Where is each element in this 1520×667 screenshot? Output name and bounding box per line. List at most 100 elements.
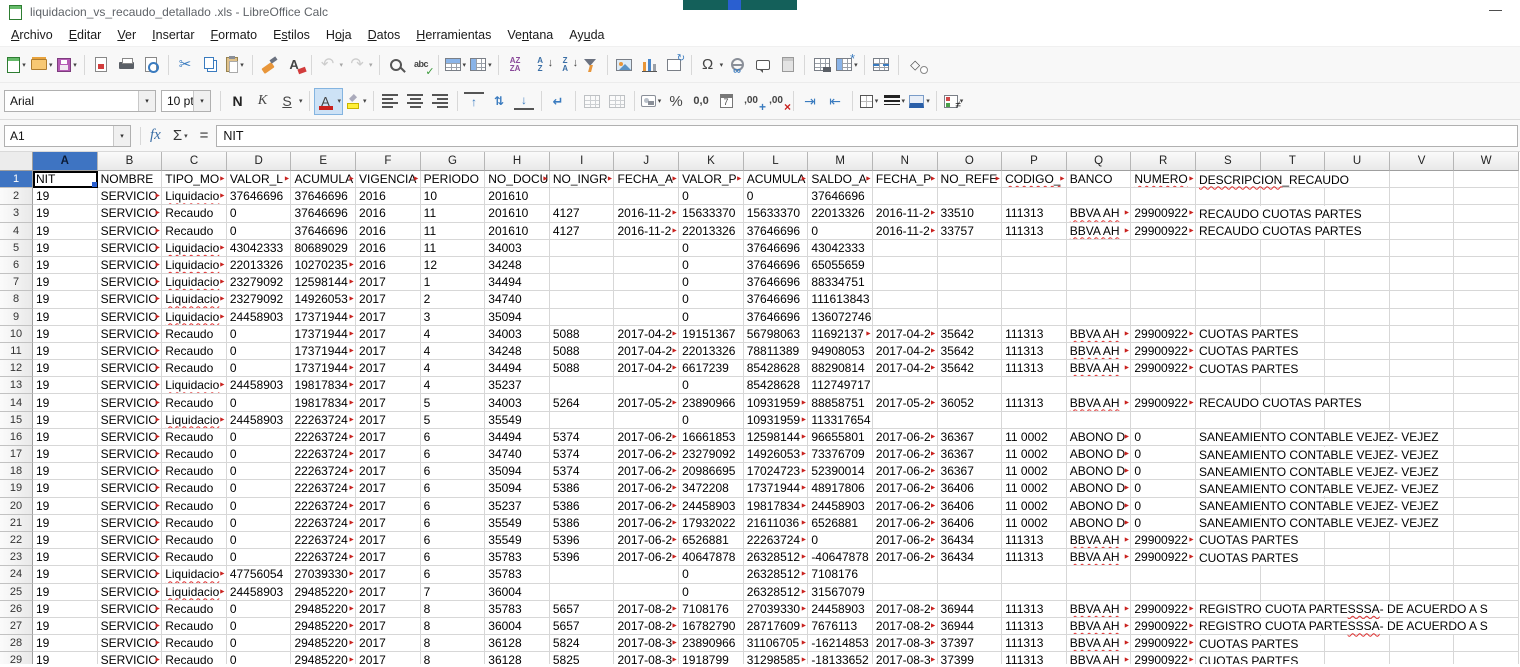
menu-ayuda[interactable]: Ayuda [561,25,612,45]
cell-M12[interactable]: 88290814 [808,360,873,377]
cell-N12[interactable]: 2017-04-2► [873,360,938,377]
cell-A25[interactable]: 19 [33,584,98,601]
name-box[interactable]: A1 ▾ [4,125,131,147]
cell-W20[interactable] [1454,498,1519,515]
cell-S20[interactable]: SANEAMIENTO CONTABLE VEJEZ- VEJEZ [1196,498,1261,515]
cell-C5[interactable]: Liquidacio► [162,240,227,257]
cell-E22[interactable]: 22263724► [291,532,356,549]
cell-I28[interactable]: 5824 [550,635,615,652]
align-left-button[interactable] [378,88,403,115]
cell-K7[interactable]: 0 [679,274,744,291]
cell-D4[interactable]: 0 [227,223,292,240]
cell-B14[interactable]: SERVICIO► [98,394,163,411]
cell-V5[interactable] [1390,240,1455,257]
cell-D11[interactable]: 0 [227,343,292,360]
export-pdf-button[interactable] [89,51,114,78]
cell-F7[interactable]: 2017 [356,274,421,291]
menu-ver[interactable]: Ver [109,25,144,45]
cell-K6[interactable]: 0 [679,257,744,274]
cell-L6[interactable]: 37646696 [744,257,809,274]
cell-W5[interactable] [1454,240,1519,257]
cell-O13[interactable] [938,377,1003,394]
cell-S23[interactable]: CUOTAS PARTES [1196,549,1261,566]
delete-decimal-button[interactable]: ,00 [764,88,789,115]
cell-O6[interactable] [938,257,1003,274]
cell-Q19[interactable]: ABONO D► [1067,480,1132,497]
cell-A5[interactable]: 19 [33,240,98,257]
dropdown-caret-icon[interactable]: ▾ [720,61,724,69]
cell-A20[interactable]: 19 [33,498,98,515]
cell-O3[interactable]: 33510 [938,205,1003,222]
cell-C12[interactable]: Recaudo [162,360,227,377]
cell-S25[interactable] [1196,584,1261,601]
cell-G21[interactable]: 6 [421,515,486,532]
cell-M3[interactable]: 22013326 [808,205,873,222]
cell-W7[interactable] [1454,274,1519,291]
cell-N29[interactable]: 2017-08-3► [873,652,938,664]
cell-E8[interactable]: 14926053► [291,291,356,308]
cell-E21[interactable]: 22263724► [291,515,356,532]
cell-B1[interactable]: NOMBRE [98,171,163,188]
cell-G26[interactable]: 8 [421,601,486,618]
cell-O7[interactable] [938,274,1003,291]
column-header-K[interactable]: K [679,152,744,171]
cell-M18[interactable]: 52390014 [808,463,873,480]
cell-K12[interactable]: 6617239 [679,360,744,377]
cell-G2[interactable]: 10 [421,188,486,205]
cell-F13[interactable]: 2017 [356,377,421,394]
insert-chart-button[interactable] [637,51,662,78]
cell-M16[interactable]: 96655801 [808,429,873,446]
cell-B10[interactable]: SERVICIO► [98,326,163,343]
cell-V13[interactable] [1390,377,1455,394]
dropdown-caret-icon[interactable]: ▾ [463,61,467,69]
cell-B16[interactable]: SERVICIO► [98,429,163,446]
cell-S16[interactable]: SANEAMIENTO CONTABLE VEJEZ- VEJEZ [1196,429,1261,446]
cell-D1[interactable]: VALOR_L► [227,171,292,188]
cell-B25[interactable]: SERVICIO► [98,584,163,601]
cell-W15[interactable] [1454,412,1519,429]
cell-I16[interactable]: 5374 [550,429,615,446]
cell-W23[interactable] [1454,549,1519,566]
cell-H28[interactable]: 36128 [485,635,550,652]
cell-L24[interactable]: 26328512► [744,566,809,583]
row-header-18[interactable]: 18 [0,463,33,480]
cell-J25[interactable] [614,584,679,601]
cell-I29[interactable]: 5825 [550,652,615,664]
row-header-5[interactable]: 5 [0,240,33,257]
cell-P18[interactable]: 11 0002 [1002,463,1067,480]
row-header-21[interactable]: 21 [0,515,33,532]
cell-A2[interactable]: 19 [33,188,98,205]
cell-H29[interactable]: 36128 [485,652,550,664]
cell-Q16[interactable]: ABONO D► [1067,429,1132,446]
cell-A27[interactable]: 19 [33,618,98,635]
cell-A17[interactable]: 19 [33,446,98,463]
cell-J6[interactable] [614,257,679,274]
cell-T2[interactable] [1261,188,1326,205]
cell-N9[interactable] [873,309,938,326]
align-right-button[interactable] [428,88,453,115]
paste-button[interactable]: ▾ [223,51,248,78]
cell-F2[interactable]: 2016 [356,188,421,205]
cell-O11[interactable]: 35642 [938,343,1003,360]
autofilter-button[interactable] [578,51,603,78]
column-header-R[interactable]: R [1131,152,1196,171]
cell-A1[interactable]: NIT [33,171,98,188]
cell-N2[interactable] [873,188,938,205]
row-header-17[interactable]: 17 [0,446,33,463]
cell-C10[interactable]: Recaudo [162,326,227,343]
cell-U24[interactable] [1325,566,1390,583]
cell-I22[interactable]: 5396 [550,532,615,549]
cell-T5[interactable] [1261,240,1326,257]
cell-E29[interactable]: 29485220► [291,652,356,664]
cell-V4[interactable] [1390,223,1455,240]
rows-button[interactable]: ▾ [443,51,469,78]
cell-T24[interactable] [1261,566,1326,583]
freeze-panes-button[interactable]: ▾ [834,51,860,78]
menu-archivo[interactable]: Archivo [3,25,61,45]
cell-C13[interactable]: Liquidacio► [162,377,227,394]
cell-R20[interactable]: 0 [1131,498,1196,515]
cell-R6[interactable] [1131,257,1196,274]
cell-J8[interactable] [614,291,679,308]
cell-P29[interactable]: 111313 [1002,652,1067,664]
cell-A7[interactable]: 19 [33,274,98,291]
